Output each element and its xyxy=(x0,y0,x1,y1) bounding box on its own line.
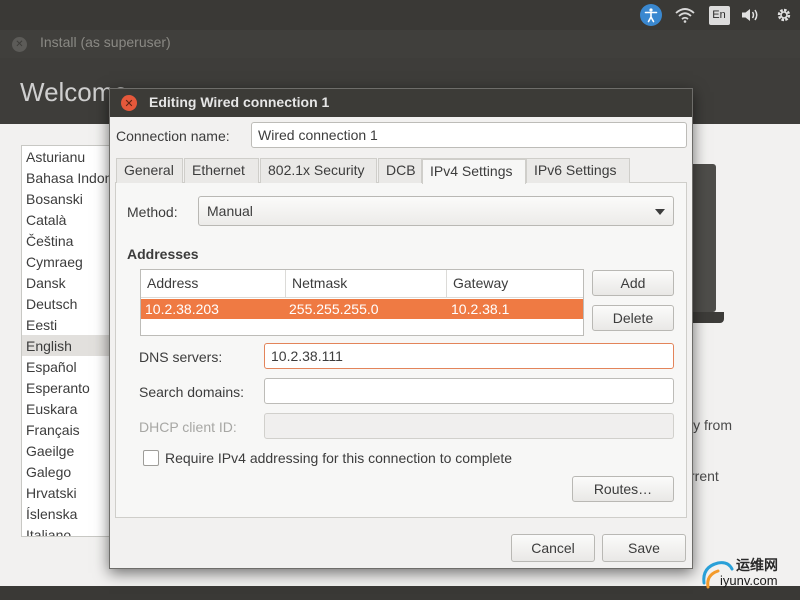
watermark-line1: 运维网 xyxy=(736,558,778,574)
watermark-logo: 运维网 iyunv.com xyxy=(698,553,798,593)
tab-ipv4-settings[interactable]: IPv4 Settings xyxy=(422,158,526,184)
language-item[interactable]: Íslenska xyxy=(26,506,77,522)
watermark-line2: iyunv.com xyxy=(720,573,778,588)
connection-name-label: Connection name: xyxy=(116,128,230,144)
language-item[interactable]: Français xyxy=(26,422,80,438)
edit-connection-dialog: ✕ Editing Wired connection 1 Connection … xyxy=(109,88,693,569)
language-item[interactable]: Gaeilge xyxy=(26,443,74,459)
column-header-gateway[interactable]: Gateway xyxy=(447,270,583,298)
search-domains-label: Search domains: xyxy=(139,384,245,400)
background-text: ly from xyxy=(690,417,732,433)
cell-gateway[interactable]: 10.2.38.1 xyxy=(451,301,509,317)
installer-bottom-bar xyxy=(0,586,800,600)
top-panel: En xyxy=(0,0,800,30)
method-label: Method: xyxy=(127,204,178,220)
language-item[interactable]: Asturianu xyxy=(26,149,85,165)
keyboard-lang-icon[interactable]: En xyxy=(708,3,730,27)
dialog-titlebar: ✕ Editing Wired connection 1 xyxy=(110,89,692,117)
addresses-heading: Addresses xyxy=(127,246,199,262)
language-item[interactable]: Hrvatski xyxy=(26,485,77,501)
language-item[interactable]: Català xyxy=(26,212,66,228)
installer-close-icon[interactable]: ✕ xyxy=(12,37,27,52)
routes-button[interactable]: Routes… xyxy=(572,476,674,502)
cell-netmask[interactable]: 255.255.255.0 xyxy=(289,301,379,317)
language-item[interactable]: Deutsch xyxy=(26,296,77,312)
tab-ethernet[interactable]: Ethernet xyxy=(184,158,259,183)
search-domains-input[interactable] xyxy=(264,378,674,404)
language-item[interactable]: Esperanto xyxy=(26,380,90,396)
lang-indicator: En xyxy=(708,5,730,25)
language-item[interactable]: Cymraeg xyxy=(26,254,83,270)
dhcp-client-id-label: DHCP client ID: xyxy=(139,419,237,435)
dialog-title: Editing Wired connection 1 xyxy=(149,94,330,110)
addresses-table[interactable]: Address Netmask Gateway 10.2.38.203 255.… xyxy=(140,269,584,336)
language-item[interactable]: Euskara xyxy=(26,401,77,417)
language-item[interactable]: Dansk xyxy=(26,275,66,291)
save-button[interactable]: Save xyxy=(602,534,686,562)
require-ipv4-label[interactable]: Require IPv4 addressing for this connect… xyxy=(165,450,512,466)
wifi-icon[interactable] xyxy=(673,3,697,27)
cell-address[interactable]: 10.2.38.203 xyxy=(145,301,219,317)
dns-servers-label: DNS servers: xyxy=(139,349,223,365)
tab-ipv6-settings[interactable]: IPv6 Settings xyxy=(526,158,630,183)
method-value: Manual xyxy=(207,203,253,219)
column-header-address[interactable]: Address xyxy=(141,270,286,298)
connection-name-input[interactable]: Wired connection 1 xyxy=(251,122,687,148)
close-icon[interactable]: ✕ xyxy=(121,95,137,111)
gear-icon[interactable] xyxy=(772,3,796,27)
tab-dcb[interactable]: DCB xyxy=(378,158,422,183)
language-item[interactable]: Galego xyxy=(26,464,71,480)
chevron-down-icon xyxy=(655,209,665,215)
language-item[interactable]: Čeština xyxy=(26,233,73,249)
dhcp-client-id-input[interactable] xyxy=(264,413,674,439)
cancel-button[interactable]: Cancel xyxy=(511,534,595,562)
method-dropdown[interactable]: Manual xyxy=(198,196,674,226)
delete-button[interactable]: Delete xyxy=(592,305,674,331)
installer-title: Install (as superuser) xyxy=(40,34,171,50)
language-item[interactable]: Eesti xyxy=(26,317,57,333)
language-item[interactable]: Español xyxy=(26,359,77,375)
tab-8021x-security[interactable]: 802.1x Security xyxy=(260,158,377,183)
column-header-netmask[interactable]: Netmask xyxy=(286,270,447,298)
language-item[interactable]: Italiano xyxy=(26,527,71,536)
accessibility-icon[interactable] xyxy=(639,3,663,27)
volume-icon[interactable] xyxy=(738,3,762,27)
background-text: rrent xyxy=(690,468,719,484)
language-item-selected[interactable]: English xyxy=(26,338,72,354)
tab-general[interactable]: General xyxy=(116,158,183,183)
language-item[interactable]: Bosanski xyxy=(26,191,83,207)
dns-servers-input[interactable]: 10.2.38.111 xyxy=(264,343,674,369)
require-ipv4-checkbox[interactable] xyxy=(143,450,159,466)
add-button[interactable]: Add xyxy=(592,270,674,296)
